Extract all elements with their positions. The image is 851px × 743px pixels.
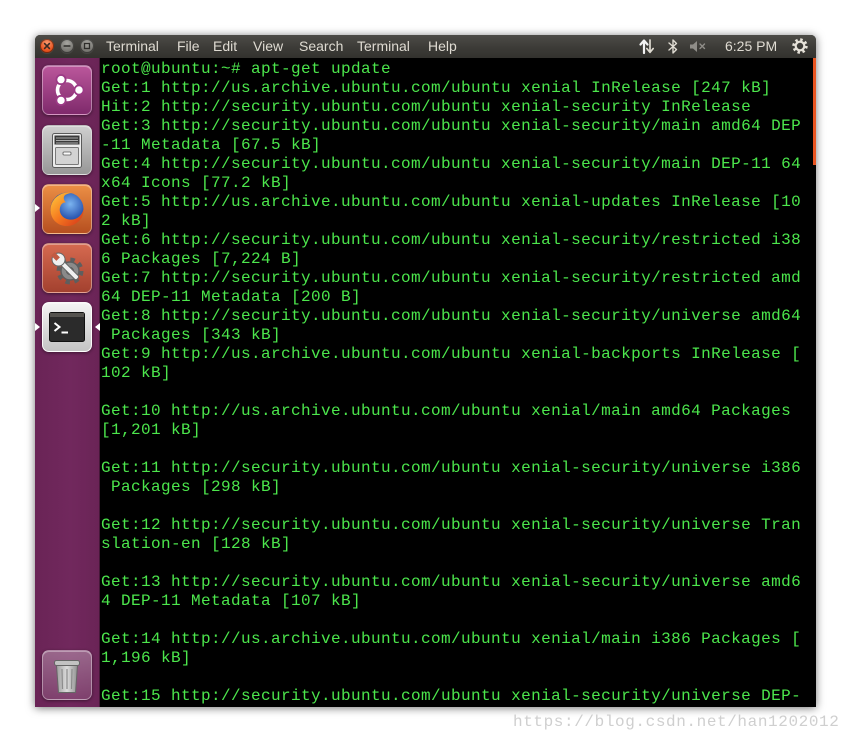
- system-settings-icon: [51, 252, 84, 285]
- terminal-line: Get:14 http://us.archive.ubuntu.com/ubun…: [101, 630, 802, 648]
- terminal-line: Get:13 http://security.ubuntu.com/ubuntu…: [101, 573, 802, 591]
- maximize-icon: [83, 42, 91, 50]
- running-indicator-firefox: [35, 204, 40, 212]
- launcher-item-files[interactable]: [42, 125, 92, 175]
- gear-icon[interactable]: [791, 37, 809, 55]
- terminal-line: 4 DEP-11 Metadata [107 kB]: [101, 592, 362, 610]
- terminal-line: Get:10 http://us.archive.ubuntu.com/ubun…: [101, 402, 792, 420]
- terminal-line: Get:5 http://us.archive.ubuntu.com/ubunt…: [101, 193, 802, 211]
- running-indicator-terminal: [35, 323, 40, 331]
- terminal-line: 2 kB]: [101, 212, 152, 230]
- terminal-line: Packages [298 kB]: [101, 478, 282, 496]
- terminal-line: 102 kB]: [101, 364, 172, 382]
- watermark: https://blog.csdn.net/han1202012: [513, 713, 840, 731]
- terminal-line: slation-en [128 kB]: [101, 535, 292, 553]
- terminal-line: Packages [343 kB]: [101, 326, 282, 344]
- launcher-item-firefox[interactable]: [42, 184, 92, 234]
- menu-edit[interactable]: Edit: [213, 35, 237, 58]
- terminal-line: Hit:2 http://security.ubuntu.com/ubuntu …: [101, 98, 752, 116]
- menu-search[interactable]: Search: [299, 35, 343, 58]
- terminal-line: Get:8 http://security.ubuntu.com/ubuntu …: [101, 307, 802, 325]
- terminal-line: x64 Icons [77.2 kB]: [101, 174, 292, 192]
- terminal-line: Get:6 http://security.ubuntu.com/ubuntu …: [101, 231, 802, 249]
- files-icon: [52, 133, 82, 168]
- network-updown-icon[interactable]: [638, 38, 656, 55]
- close-button[interactable]: [40, 39, 54, 53]
- terminal-line: Get:4 http://security.ubuntu.com/ubuntu …: [101, 155, 802, 173]
- terminal-window: Terminal File Edit View Search Terminal …: [35, 35, 816, 707]
- terminal-line: Get:9 http://us.archive.ubuntu.com/ubunt…: [101, 345, 802, 363]
- terminal-line: Get:11 http://security.ubuntu.com/ubuntu…: [101, 459, 802, 477]
- clock[interactable]: 6:25 PM: [725, 35, 777, 58]
- close-icon: [43, 42, 51, 50]
- terminal-line: root@ubuntu:~# apt-get update: [101, 60, 392, 78]
- terminal-line: Get:12 http://security.ubuntu.com/ubuntu…: [101, 516, 802, 534]
- terminal-line: -11 Metadata [67.5 kB]: [101, 136, 322, 154]
- terminal-line: Get:7 http://security.ubuntu.com/ubuntu …: [101, 269, 802, 287]
- terminal-line: [1,201 kB]: [101, 421, 202, 439]
- terminal-pane[interactable]: root@ubuntu:~# apt-get update Get:1 http…: [100, 58, 816, 707]
- minimize-button[interactable]: [60, 39, 74, 53]
- terminal-line: 6 Packages [7,224 B]: [101, 250, 302, 268]
- app-title: Terminal: [106, 38, 159, 54]
- volume-muted-icon[interactable]: [688, 38, 708, 55]
- menu-file[interactable]: File: [177, 35, 200, 58]
- launcher-item-terminal[interactable]: [42, 302, 92, 352]
- terminal-line: Get:3 http://security.ubuntu.com/ubuntu …: [101, 117, 802, 135]
- terminal-icon: [49, 312, 85, 342]
- terminal-line: Get:1 http://us.archive.ubuntu.com/ubunt…: [101, 79, 772, 97]
- terminal-line: Get:15 http://security.ubuntu.com/ubuntu…: [101, 687, 802, 705]
- minimize-icon: [63, 45, 71, 47]
- terminal-scrollbar[interactable]: [813, 58, 816, 165]
- menu-terminal[interactable]: Terminal: [357, 35, 410, 58]
- trash-icon: [54, 660, 80, 693]
- terminal-output: root@ubuntu:~# apt-get update Get:1 http…: [101, 60, 801, 706]
- ubuntu-dash-icon: [55, 74, 85, 106]
- menu-help[interactable]: Help: [428, 35, 457, 58]
- launcher-item-settings[interactable]: [42, 243, 92, 293]
- bluetooth-icon[interactable]: [667, 38, 679, 55]
- launcher-item-dash[interactable]: [42, 65, 92, 115]
- launcher-item-trash[interactable]: [42, 650, 92, 700]
- terminal-line: 1,196 kB]: [101, 649, 192, 667]
- firefox-icon: [50, 192, 84, 227]
- terminal-line: 64 DEP-11 Metadata [200 B]: [101, 288, 362, 306]
- top-panel: Terminal File Edit View Search Terminal …: [35, 35, 816, 58]
- menu-view[interactable]: View: [253, 35, 283, 58]
- maximize-button[interactable]: [80, 39, 94, 53]
- launcher: [35, 58, 100, 707]
